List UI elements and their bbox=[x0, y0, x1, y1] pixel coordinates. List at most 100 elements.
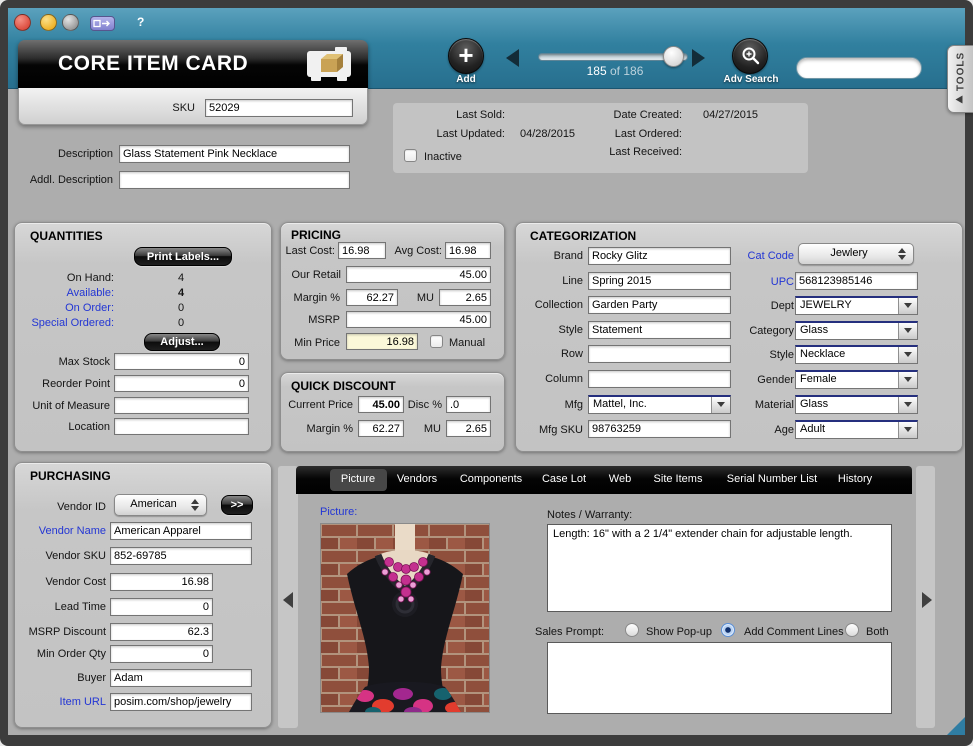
next-arrow-icon[interactable] bbox=[922, 592, 932, 608]
dept-dropdown[interactable]: JEWELRY bbox=[795, 296, 918, 315]
both-radio[interactable] bbox=[845, 623, 859, 637]
resize-grip[interactable] bbox=[947, 717, 965, 735]
style2-dropdown[interactable]: Necklace bbox=[795, 345, 918, 364]
upc-input[interactable] bbox=[795, 272, 918, 290]
tab-history[interactable]: History bbox=[838, 473, 872, 485]
mfg-sku-label: Mfg SKU bbox=[505, 424, 583, 436]
notes-textarea[interactable]: Length: 16" with a 2 1/4" extender chain… bbox=[547, 524, 892, 612]
buyer-input[interactable] bbox=[110, 669, 252, 687]
add-comment-lines-radio[interactable] bbox=[721, 623, 735, 637]
mu-input[interactable] bbox=[439, 289, 491, 306]
vendor-id-popup[interactable]: American bbox=[114, 494, 207, 516]
mfg-sku-input[interactable] bbox=[588, 420, 731, 438]
record-prev-arrow-icon[interactable] bbox=[506, 49, 519, 67]
tab-web[interactable]: Web bbox=[609, 473, 631, 485]
last-cost-input[interactable] bbox=[338, 242, 386, 259]
inactive-checkbox[interactable] bbox=[404, 149, 417, 162]
row-input[interactable] bbox=[588, 345, 731, 363]
item-url-label[interactable]: Item URL bbox=[10, 696, 106, 708]
unit-of-measure-input[interactable] bbox=[114, 397, 249, 414]
reorder-point-input[interactable] bbox=[114, 375, 249, 392]
minimize-button[interactable] bbox=[40, 14, 57, 31]
item-url-input[interactable] bbox=[110, 693, 252, 711]
min-order-qty-input[interactable] bbox=[110, 645, 213, 663]
chevron-down-icon[interactable] bbox=[898, 347, 917, 363]
msrp-discount-label: MSRP Discount bbox=[6, 626, 106, 638]
vendor-sku-input[interactable] bbox=[110, 547, 252, 565]
addl-description-input[interactable] bbox=[119, 171, 350, 189]
help-button[interactable]: ? bbox=[137, 15, 144, 29]
record-next-arrow-icon[interactable] bbox=[692, 49, 705, 67]
special-ordered-label[interactable]: Special Ordered: bbox=[10, 317, 114, 329]
vendor-expand-button[interactable]: >> bbox=[221, 495, 253, 515]
tools-drawer-tab[interactable]: TOOLS bbox=[947, 45, 973, 113]
special-ordered-value: 0 bbox=[150, 317, 212, 329]
tab-picture[interactable]: Picture bbox=[341, 473, 375, 485]
min-price-input[interactable] bbox=[346, 333, 418, 350]
chevron-down-icon[interactable] bbox=[898, 422, 917, 438]
tab-case-lot[interactable]: Case Lot bbox=[542, 473, 586, 485]
gender-value: Female bbox=[800, 373, 837, 385]
style-input[interactable] bbox=[588, 321, 731, 339]
collection-input[interactable] bbox=[588, 296, 731, 314]
msrp-input[interactable] bbox=[346, 311, 491, 328]
material-dropdown[interactable]: Glass bbox=[795, 395, 918, 414]
tab-vendors[interactable]: Vendors bbox=[397, 473, 437, 485]
style2-label: Style bbox=[712, 349, 794, 361]
on-hand-value: 4 bbox=[150, 272, 212, 284]
zoom-button[interactable] bbox=[62, 14, 79, 31]
chevron-down-icon[interactable] bbox=[898, 298, 917, 314]
age-dropdown[interactable]: Adult bbox=[795, 420, 918, 439]
vendor-name-input[interactable] bbox=[110, 522, 252, 540]
close-button[interactable] bbox=[14, 14, 31, 31]
window-nav-button[interactable] bbox=[90, 16, 115, 31]
vendor-cost-input[interactable] bbox=[110, 573, 213, 591]
chevron-down-icon[interactable] bbox=[898, 397, 917, 413]
on-order-label[interactable]: On Order: bbox=[10, 302, 114, 314]
gender-dropdown[interactable]: Female bbox=[795, 370, 918, 389]
quick-search-input[interactable] bbox=[796, 57, 922, 79]
lead-time-input[interactable] bbox=[110, 598, 213, 616]
current-price-input[interactable] bbox=[358, 396, 404, 413]
prev-arrow-icon[interactable] bbox=[283, 592, 293, 608]
record-position-total: 186 bbox=[623, 64, 643, 78]
show-popup-radio[interactable] bbox=[625, 623, 639, 637]
record-position: 185 of 186 bbox=[540, 64, 690, 78]
tab-serial-number-list[interactable]: Serial Number List bbox=[727, 473, 817, 485]
adjust-button[interactable]: Adjust... bbox=[144, 333, 220, 351]
tab-site-items[interactable]: Site Items bbox=[654, 473, 703, 485]
line-input[interactable] bbox=[588, 272, 731, 290]
margin-input[interactable] bbox=[346, 289, 398, 306]
adv-search-button[interactable] bbox=[732, 38, 768, 74]
cat-code-popup[interactable]: Jewlery bbox=[798, 243, 914, 265]
available-label[interactable]: Available: bbox=[10, 287, 114, 299]
comments-textarea[interactable] bbox=[547, 642, 892, 714]
qd-mu-input[interactable] bbox=[446, 420, 491, 437]
description-input[interactable] bbox=[119, 145, 350, 163]
description-label: Description bbox=[10, 148, 113, 160]
manual-checkbox[interactable] bbox=[430, 335, 443, 348]
tab-components[interactable]: Components bbox=[460, 473, 522, 485]
location-input[interactable] bbox=[114, 418, 249, 435]
chevron-down-icon[interactable] bbox=[898, 372, 917, 388]
avg-cost-input[interactable] bbox=[445, 242, 491, 259]
category-dropdown[interactable]: Glass bbox=[795, 321, 918, 340]
column-input[interactable] bbox=[588, 370, 731, 388]
mfg-dropdown[interactable]: Mattel, Inc. bbox=[588, 395, 731, 414]
print-labels-button[interactable]: Print Labels... bbox=[134, 247, 232, 266]
brand-input[interactable] bbox=[588, 247, 731, 265]
dept-label: Dept bbox=[712, 300, 794, 312]
our-retail-input[interactable] bbox=[346, 266, 491, 283]
msrp-discount-input[interactable] bbox=[110, 623, 213, 641]
disc-input[interactable] bbox=[446, 396, 491, 413]
tools-arrow-icon bbox=[956, 95, 963, 103]
qd-margin-input[interactable] bbox=[358, 420, 404, 437]
show-popup-label: Show Pop-up bbox=[646, 626, 712, 638]
vendor-name-label[interactable]: Vendor Name bbox=[10, 525, 106, 537]
sku-input[interactable] bbox=[205, 99, 353, 117]
max-stock-input[interactable] bbox=[114, 353, 249, 370]
add-button[interactable]: + bbox=[448, 38, 484, 74]
cat-code-label[interactable]: Cat Code bbox=[712, 250, 794, 262]
chevron-down-icon[interactable] bbox=[898, 323, 917, 339]
upc-label[interactable]: UPC bbox=[712, 276, 794, 288]
